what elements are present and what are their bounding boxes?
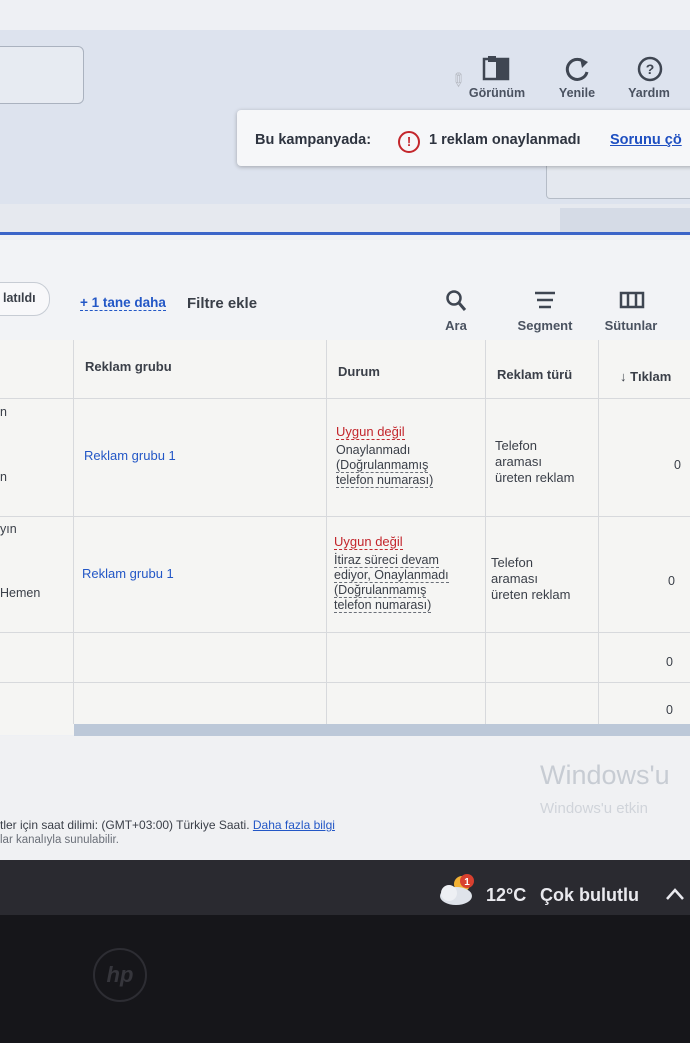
tab-strip: [0, 204, 690, 232]
ad-group-link[interactable]: Reklam grubu 1: [82, 566, 174, 581]
total-clicks-value: 0: [666, 655, 673, 669]
temperature[interactable]: 12°C: [486, 885, 526, 906]
status-title[interactable]: Uygun değil: [336, 424, 405, 440]
chevron-up-icon[interactable]: [664, 886, 686, 902]
timezone-note: tler için saat dilimi: (GMT+03:00) Türki…: [0, 818, 335, 832]
total-clicks-value: 0: [666, 703, 673, 717]
row-fragment: yın: [0, 522, 17, 536]
search-icon: [446, 290, 467, 311]
columns-label: Sütunlar: [604, 318, 658, 333]
status-cell: Uygun değil Onaylanmadı (Doğrulanmamış t…: [336, 424, 434, 488]
status-detail: Onaylanmadı: [336, 443, 411, 457]
search-button[interactable]: Ara: [434, 290, 478, 333]
view-icon: [482, 56, 510, 81]
add-filter-button[interactable]: Filtre ekle: [187, 295, 257, 312]
campaign-warning-banner: Bu kampanyada: ! 1 reklam onaylanmadı So…: [237, 110, 690, 166]
filter-chip-label: latıldı: [3, 291, 36, 305]
timezone-text: tler için saat dilimi: (GMT+03:00) Türki…: [0, 818, 250, 832]
ad-type-line: üreten reklam: [491, 587, 571, 602]
ad-type-line: araması: [495, 454, 542, 469]
tab-block: [560, 208, 690, 232]
header-status[interactable]: Durum: [338, 364, 380, 379]
status-detail[interactable]: ediyor, Onaylanmadı: [334, 568, 449, 583]
filter-chip[interactable]: latıldı: [0, 282, 50, 316]
filter-bar: [0, 240, 690, 340]
row-divider: [0, 632, 690, 633]
header-clicks[interactable]: ↓ Tıklam: [620, 369, 671, 384]
browser-screen: ✎ Görünüm Yenile ? Yardım Bu kampanyada:…: [0, 0, 690, 915]
help-icon: ?: [637, 56, 663, 82]
more-filters-link[interactable]: + 1 tane daha: [80, 295, 166, 311]
status-cell: Uygun değil İtiraz süreci devam ediyor, …: [334, 534, 449, 613]
date-range-picker[interactable]: [546, 166, 690, 199]
segment-icon: [535, 291, 555, 309]
refresh-icon: [565, 57, 589, 81]
more-info-link[interactable]: Daha fazla bilgi: [253, 818, 335, 832]
help-button[interactable]: ? Yardım: [614, 56, 684, 100]
weather-badge: 1: [464, 877, 470, 888]
activation-watermark-sub: Windows'u etkin: [540, 800, 648, 817]
ad-type-line: üreten reklam: [495, 470, 575, 485]
hp-logo: hp: [93, 948, 147, 1002]
weather-status[interactable]: Çok bulutlu: [540, 885, 639, 906]
ad-type-line: araması: [491, 571, 538, 586]
refresh-label: Yenile: [558, 86, 596, 100]
status-detail[interactable]: (Doğrulanmamış: [336, 458, 429, 473]
status-detail[interactable]: telefon numarası): [334, 598, 432, 613]
columns-icon: [619, 291, 645, 309]
header-ad-group[interactable]: Reklam grubu: [85, 359, 172, 374]
activation-watermark: Windows'u: [540, 760, 670, 790]
row-fragment: n: [0, 470, 7, 484]
row-divider: [0, 682, 690, 683]
horizontal-scrollbar[interactable]: [74, 724, 690, 736]
banner-prefix: Bu kampanyada:: [255, 132, 372, 148]
row-divider: [0, 516, 690, 517]
status-detail[interactable]: İtiraz süreci devam: [334, 553, 439, 568]
clicks-value: 0: [674, 458, 681, 472]
segment-button[interactable]: Segment: [512, 290, 578, 333]
clicks-value: 0: [668, 574, 675, 588]
help-label: Yardım: [628, 86, 670, 100]
channel-note: lar kanalıyla sunulabilir.: [0, 834, 119, 846]
status-title[interactable]: Uygun değil: [334, 534, 403, 550]
view-button[interactable]: Görünüm: [462, 56, 532, 100]
banner-message: 1 reklam onaylanmadı: [429, 132, 581, 148]
columns-button[interactable]: Sütunlar: [600, 290, 662, 333]
ad-type-cell: Telefon araması üreten reklam: [495, 438, 574, 486]
status-detail[interactable]: (Doğrulanmamış: [334, 583, 427, 598]
ad-group-link[interactable]: Reklam grubu 1: [84, 448, 176, 463]
segment-label: Segment: [517, 318, 573, 333]
fix-issue-link[interactable]: Sorunu çö: [610, 132, 682, 148]
refresh-button[interactable]: Yenile: [542, 56, 612, 100]
ad-type-cell: Telefon araması üreten reklam: [491, 555, 570, 603]
row-divider: [0, 398, 690, 399]
svg-text:?: ?: [646, 61, 655, 77]
active-tab-indicator: [0, 232, 690, 235]
search-input[interactable]: [0, 46, 84, 104]
row-fragment: n: [0, 405, 7, 419]
warning-icon: !: [398, 131, 420, 153]
ad-type-line: Telefon: [491, 555, 533, 570]
ad-type-line: Telefon: [495, 438, 537, 453]
header-ad-type[interactable]: Reklam türü: [497, 367, 572, 382]
status-detail[interactable]: telefon numarası): [336, 473, 434, 488]
weather-cloud-icon[interactable]: 1: [436, 872, 478, 908]
search-label: Ara: [445, 318, 467, 333]
row-fragment: Hemen: [0, 586, 41, 600]
view-label: Görünüm: [468, 86, 526, 100]
